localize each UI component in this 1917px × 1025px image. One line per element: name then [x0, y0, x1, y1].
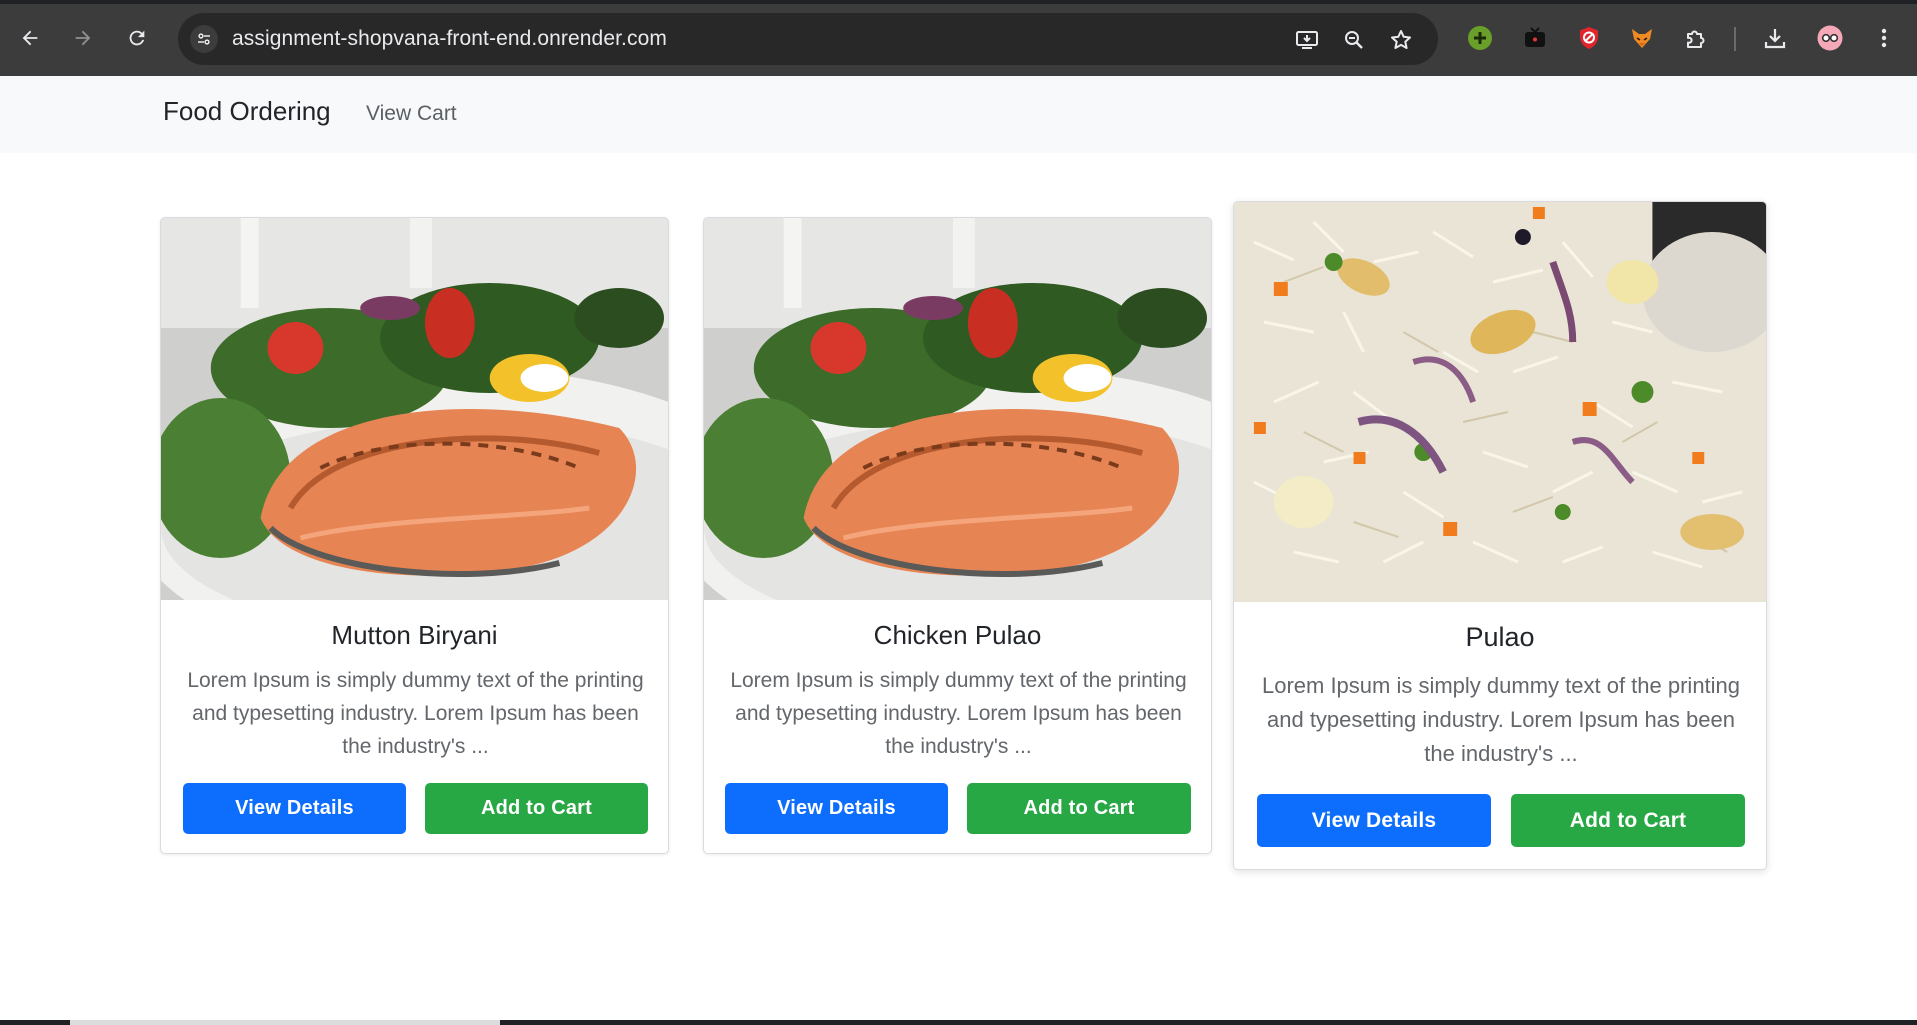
- address-bar[interactable]: assignment-shopvana-front-end.onrender.c…: [178, 13, 1438, 65]
- download-icon[interactable]: [1761, 24, 1789, 52]
- product-description: Lorem Ipsum is simply dummy text of the …: [187, 669, 644, 758]
- add-to-cart-button[interactable]: Add to Cart: [425, 783, 648, 834]
- site-settings-icon[interactable]: [190, 25, 218, 53]
- product-title: Mutton Biryani: [331, 620, 498, 650]
- product-card: Pulao Lorem Ipsum is simply dummy text o…: [1233, 201, 1767, 870]
- pulao-rice-image: [1234, 202, 1766, 602]
- reload-icon[interactable]: [121, 22, 153, 54]
- toolbar-separator: [1734, 27, 1736, 51]
- product-title: Chicken Pulao: [873, 620, 1042, 650]
- forward-icon[interactable]: [67, 22, 99, 54]
- taskbar-edge: [0, 1020, 1917, 1025]
- url-text[interactable]: assignment-shopvana-front-end.onrender.c…: [232, 27, 667, 51]
- view-details-button[interactable]: View Details: [1257, 794, 1491, 847]
- extension-fox-icon[interactable]: [1628, 24, 1656, 52]
- profile-avatar-icon[interactable]: [1816, 24, 1844, 52]
- menu-kebab-icon[interactable]: [1870, 24, 1898, 52]
- navbar-brand[interactable]: Food Ordering: [163, 96, 331, 127]
- product-card: Chicken Pulao Lorem Ipsum is simply dumm…: [703, 217, 1212, 854]
- tab-strip-edge: [0, 0, 1917, 4]
- extensions-puzzle-icon[interactable]: [1682, 24, 1710, 52]
- salmon-salad-image: [161, 218, 668, 600]
- add-to-cart-button[interactable]: Add to Cart: [1511, 794, 1745, 847]
- product-description: Lorem Ipsum is simply dummy text of the …: [730, 669, 1187, 758]
- view-cart-link[interactable]: View Cart: [366, 102, 457, 126]
- site-navbar: Food Ordering View Cart: [0, 76, 1917, 153]
- extension-shield-icon[interactable]: [1575, 24, 1603, 52]
- view-details-button[interactable]: View Details: [183, 783, 406, 834]
- install-app-icon[interactable]: [1294, 27, 1320, 53]
- salmon-salad-image: [704, 218, 1211, 600]
- extension-green-plus-icon[interactable]: [1466, 24, 1494, 52]
- view-details-button[interactable]: View Details: [725, 783, 948, 834]
- product-title: Pulao: [1465, 622, 1535, 652]
- zoom-icon[interactable]: [1341, 27, 1367, 53]
- product-description: Lorem Ipsum is simply dummy text of the …: [1261, 673, 1741, 766]
- bookmark-star-icon[interactable]: [1388, 27, 1414, 53]
- extension-tv-icon[interactable]: [1521, 24, 1549, 52]
- product-card: Mutton Biryani Lorem Ipsum is simply dum…: [160, 217, 669, 854]
- back-icon[interactable]: [14, 22, 46, 54]
- add-to-cart-button[interactable]: Add to Cart: [967, 783, 1191, 834]
- browser-toolbar: assignment-shopvana-front-end.onrender.c…: [0, 0, 1917, 76]
